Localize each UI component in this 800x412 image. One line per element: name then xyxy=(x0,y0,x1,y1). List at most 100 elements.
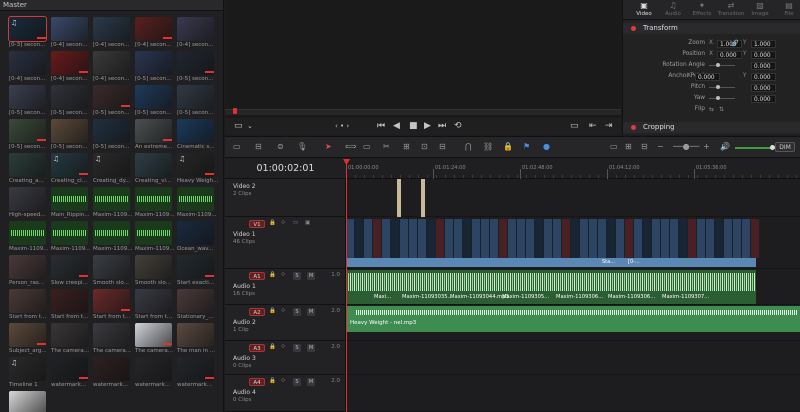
clip-thumbnail[interactable] xyxy=(177,85,214,109)
video2-clip[interactable] xyxy=(421,179,425,217)
video1-clip[interactable] xyxy=(481,219,490,258)
zoom-custom-icon[interactable]: ⊟ xyxy=(641,142,648,152)
media-clip[interactable]: ♫ Creating_dy... xyxy=(93,153,130,186)
clip-thumbnail[interactable] xyxy=(177,357,214,381)
video1-clip[interactable] xyxy=(382,219,391,258)
pitch-field[interactable]: 0.000 xyxy=(751,83,776,92)
clip-thumbnail[interactable] xyxy=(51,17,88,41)
clip-thumbnail[interactable] xyxy=(9,153,46,177)
clip-thumbnail[interactable] xyxy=(93,221,130,245)
video1-clip[interactable] xyxy=(472,219,481,258)
media-clip[interactable]: Creating_vi... xyxy=(135,153,172,186)
track-link-icon[interactable]: ⟐ xyxy=(281,272,285,279)
track-display-icon[interactable]: ▭ xyxy=(293,220,298,226)
media-clip[interactable]: Maxim-1109... xyxy=(51,221,90,254)
clip-thumbnail[interactable]: ♫ xyxy=(177,153,214,177)
clip-thumbnail[interactable] xyxy=(177,17,214,41)
microphone-icon[interactable]: 🎙 xyxy=(297,142,307,152)
clip-thumbnail[interactable] xyxy=(177,51,214,75)
zoom-slider[interactable]: ──●── xyxy=(673,142,699,152)
media-clip[interactable]: Maxim-1109... xyxy=(177,187,216,220)
clip-thumbnail[interactable] xyxy=(177,119,214,143)
clip-thumbnail[interactable] xyxy=(93,85,130,109)
media-clip[interactable]: [0-5] secon... xyxy=(177,85,214,118)
timeline-view-icon[interactable]: ▭ xyxy=(233,142,241,152)
media-clip[interactable]: Maxim-1109... xyxy=(93,187,132,220)
clip-thumbnail[interactable] xyxy=(9,187,46,211)
clip-thumbnail[interactable] xyxy=(93,255,130,279)
clip-thumbnail[interactable] xyxy=(93,289,130,313)
media-clip[interactable]: watermark... xyxy=(177,357,214,390)
rotation-field[interactable]: 0.000 xyxy=(751,61,776,70)
media-clip[interactable]: [0-4] secon... xyxy=(9,51,46,84)
clip-thumbnail[interactable]: ♫ xyxy=(9,357,46,381)
clip-thumbnail[interactable] xyxy=(51,221,88,245)
video1-clip[interactable] xyxy=(715,219,724,258)
track-lane-audio2[interactable]: Heavy Weight - nel.mp3 xyxy=(346,305,800,341)
video1-clip[interactable] xyxy=(643,219,652,258)
media-clip[interactable]: The camera... xyxy=(93,323,131,356)
track-badge-audio1[interactable]: A1 xyxy=(249,272,265,280)
video1-clip[interactable] xyxy=(751,219,760,258)
media-clip[interactable]: [0-4] secon... xyxy=(93,17,130,50)
video1-clip[interactable] xyxy=(508,219,517,258)
inspector-tab-effects[interactable]: ✦ Effects xyxy=(687,0,717,20)
media-clip[interactable]: [0-4] secon... xyxy=(51,51,88,84)
media-clip[interactable]: Stationary_... xyxy=(177,289,214,322)
master-volume-slider[interactable] xyxy=(735,147,771,149)
clip-thumbnail[interactable] xyxy=(93,51,130,75)
media-clip[interactable]: Maxim-1109... xyxy=(135,187,174,220)
video1-clip[interactable] xyxy=(688,219,697,258)
clip-thumbnail[interactable] xyxy=(9,391,46,412)
timeline-playhead[interactable] xyxy=(346,159,347,412)
media-clip[interactable]: Ocean_wav... xyxy=(177,221,214,254)
clip-thumbnail[interactable] xyxy=(9,289,46,313)
clip-thumbnail[interactable] xyxy=(135,323,172,347)
timecode-display[interactable]: 01:00:02:01 xyxy=(225,159,346,179)
video1-clip[interactable] xyxy=(346,219,355,258)
track-link-icon[interactable]: ⟐ xyxy=(281,220,285,227)
track-lock-icon[interactable]: 🔒 xyxy=(269,220,276,226)
zoom-y-field[interactable]: 1.000 xyxy=(751,39,776,48)
track-badge-audio2[interactable]: A2 xyxy=(249,308,265,316)
inspector-tab-file[interactable]: ▤ File xyxy=(774,0,800,20)
track-lane-audio4[interactable] xyxy=(346,375,800,412)
snapping-icon[interactable]: ⋂ xyxy=(465,142,472,152)
timeline-ruler[interactable]: 01:00:00:00 01:01:24:00 01:02:48:00 01:04:1… xyxy=(346,159,800,179)
media-clip[interactable]: Subject_arg... xyxy=(9,323,47,356)
speaker-icon[interactable]: 🔊 xyxy=(720,142,730,152)
inspector-tab-transition[interactable]: ⇄ Transition xyxy=(716,0,746,20)
video1-clip[interactable] xyxy=(427,219,436,258)
video1-clip[interactable] xyxy=(418,219,427,258)
media-clip[interactable]: [0-5] secon... xyxy=(135,85,172,118)
track-badge-video1[interactable]: V1 xyxy=(249,220,265,228)
media-clip[interactable]: Start from t... xyxy=(9,289,46,322)
media-clip[interactable]: Smooth slo... xyxy=(93,255,130,288)
clip-thumbnail[interactable] xyxy=(135,119,172,143)
position-lock-icon[interactable]: 🔒 xyxy=(503,142,513,152)
clip-thumbnail[interactable] xyxy=(135,51,172,75)
video1-clip[interactable] xyxy=(607,219,616,258)
video1-clip[interactable] xyxy=(742,219,751,258)
video1-clip[interactable] xyxy=(364,219,373,258)
media-clip[interactable]: [0-5] secon... xyxy=(9,85,46,118)
clip-thumbnail[interactable] xyxy=(135,289,172,313)
linked-selection-icon[interactable]: ⛓ xyxy=(483,142,493,152)
track-lane-audio1[interactable]: Maxi... Maxim-11093035... Maxim-11093044.m… xyxy=(346,269,800,305)
mark-out-button[interactable]: ⇥ xyxy=(605,121,613,132)
track-solo-button[interactable]: S xyxy=(293,378,301,386)
media-clip[interactable]: [0-5] secon... xyxy=(51,119,88,152)
media-clip[interactable]: The man in ... xyxy=(177,323,215,356)
video1-clip[interactable] xyxy=(409,219,418,258)
track-lock-icon[interactable]: 🔒 xyxy=(269,272,276,278)
track-mute-button[interactable]: M xyxy=(307,378,315,386)
clip-thumbnail[interactable] xyxy=(93,119,130,143)
view-options-icon[interactable]: ▭ xyxy=(234,121,243,132)
clip-thumbnail[interactable] xyxy=(51,51,88,75)
video1-clip[interactable] xyxy=(463,219,472,258)
clip-thumbnail[interactable] xyxy=(51,85,88,109)
track-lock-icon[interactable]: 🔒 xyxy=(269,378,276,384)
track-link-icon[interactable]: ⟐ xyxy=(281,378,285,385)
clip-thumbnail[interactable] xyxy=(177,187,214,211)
clip-thumbnail[interactable] xyxy=(51,187,88,211)
